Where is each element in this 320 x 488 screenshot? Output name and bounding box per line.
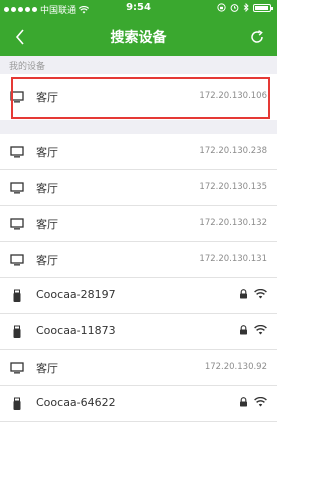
device-ip: 172.20.130.132: [199, 218, 267, 228]
usb-stick-icon: [13, 289, 21, 302]
device-name: Coocaa-64622: [36, 396, 116, 409]
device-security: [239, 289, 267, 299]
selection-highlight: [11, 77, 270, 119]
section-gap: [0, 120, 277, 134]
device-name: 客厅: [36, 218, 58, 231]
device-name: Coocaa-28197: [36, 288, 116, 301]
monitor-icon: [10, 254, 24, 266]
device-ip: 172.20.130.135: [199, 182, 267, 192]
monitor-icon: [10, 146, 24, 158]
monitor-icon: [10, 182, 24, 194]
device-name: Coocaa-11873: [36, 324, 116, 337]
device-row[interactable]: 客厅 172.20.130.132: [0, 206, 277, 242]
device-name: 客厅: [36, 146, 58, 159]
device-security: [239, 397, 267, 407]
refresh-icon: [251, 30, 263, 43]
alarm-icon: [230, 4, 239, 12]
device-name: 客厅: [36, 254, 58, 267]
orientation-lock-icon: [217, 3, 226, 12]
refresh-button[interactable]: [245, 24, 269, 50]
wifi-icon: [254, 325, 267, 335]
app-header: 中国联通 9:54 搜索设备: [0, 0, 277, 56]
wifi-icon: [254, 397, 267, 407]
device-row[interactable]: Coocaa-28197: [0, 278, 277, 314]
device-row[interactable]: 客厅 172.20.130.131: [0, 242, 277, 278]
my-devices-section-header: 我的设备: [0, 56, 277, 74]
device-row[interactable]: Coocaa-64622: [0, 386, 277, 422]
status-icons: [217, 3, 273, 12]
battery-icon: [253, 3, 273, 12]
device-row[interactable]: 客厅 172.20.130.135: [0, 170, 277, 206]
device-row[interactable]: 客厅 172.20.130.238: [0, 134, 277, 170]
monitor-icon: [10, 362, 24, 374]
page-title: 搜索设备: [110, 30, 167, 46]
device-name: 客厅: [36, 182, 58, 195]
status-bar: 中国联通 9:54: [0, 0, 277, 18]
device-row[interactable]: 客厅 172.20.130.92: [0, 350, 277, 386]
bluetooth-icon: [243, 3, 249, 12]
device-name: 客厅: [36, 362, 58, 375]
device-ip: 172.20.130.92: [204, 362, 267, 372]
device-ip: 172.20.130.131: [199, 254, 267, 264]
monitor-icon: [10, 218, 24, 230]
device-ip: 172.20.130.238: [199, 146, 267, 156]
usb-stick-icon: [13, 325, 21, 338]
nav-bar: 搜索设备: [0, 18, 277, 56]
lock-icon: [240, 325, 247, 335]
device-security: [239, 325, 267, 335]
device-row[interactable]: Coocaa-11873: [0, 314, 277, 350]
lock-icon: [240, 289, 247, 299]
usb-stick-icon: [13, 397, 21, 410]
section-title: 我的设备: [9, 62, 46, 72]
lock-icon: [240, 397, 247, 407]
wifi-icon: [254, 289, 267, 299]
